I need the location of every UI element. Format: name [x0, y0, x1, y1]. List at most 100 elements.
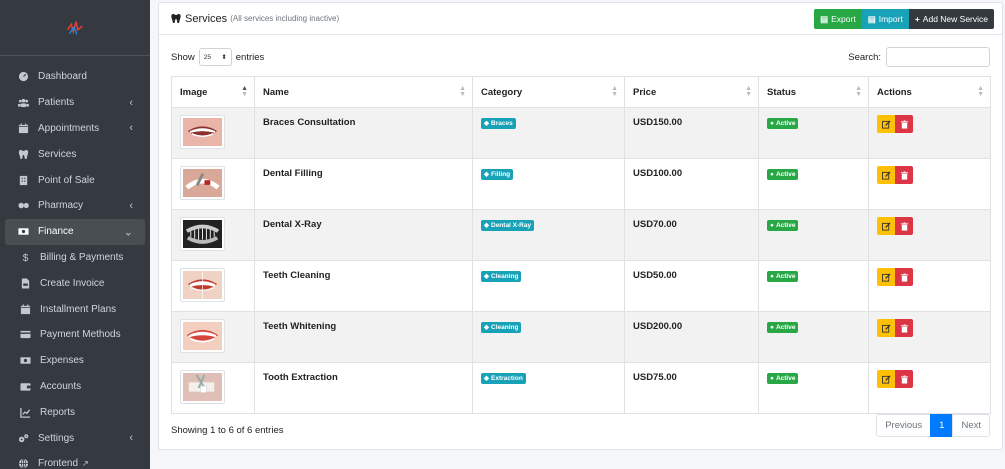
trash-icon	[900, 221, 909, 231]
edit-button[interactable]	[877, 166, 895, 184]
sidebar-item-dashboard[interactable]: Dashboard	[5, 64, 145, 90]
sidebar-item-installment-plans[interactable]: Installment Plans	[5, 296, 145, 322]
delete-button[interactable]	[895, 370, 913, 388]
sidebar-item-expenses[interactable]: Expenses	[5, 348, 145, 374]
money-icon	[17, 225, 30, 238]
column-header-actions[interactable]: Actions ▲ ▼	[868, 76, 991, 108]
sidebar-item-pharmacy[interactable]: Pharmacy ‹	[5, 193, 145, 219]
chart-icon	[19, 406, 32, 419]
tooth-icon	[17, 148, 30, 161]
brand-logo[interactable]	[0, 0, 150, 56]
sidebar-item-accounts[interactable]: Accounts	[5, 374, 145, 400]
service-name: Teeth Cleaning	[263, 270, 331, 281]
sort-icon: ▲ ▼	[241, 85, 248, 98]
column-header-price[interactable]: Price ▲ ▼	[624, 76, 759, 108]
next-button[interactable]: Next	[952, 414, 990, 437]
gauge-icon	[17, 70, 30, 83]
import-button[interactable]: ▤ Import	[861, 9, 909, 29]
entries-select[interactable]: 25 ⬍	[198, 48, 232, 66]
tooth-icon	[171, 13, 181, 24]
logo-icon	[66, 20, 83, 35]
sidebar-item-point-of-sale[interactable]: Point of Sale	[5, 167, 145, 193]
sidebar-item-billing-payments[interactable]: $ Billing & Payments	[5, 245, 145, 271]
service-name: Dental Filling	[263, 168, 323, 179]
sidebar-item-label: Settings	[38, 432, 75, 444]
sort-icon: ▲ ▼	[977, 85, 984, 98]
sidebar-item-label: Finance	[38, 226, 74, 238]
tag-icon: ◆	[484, 375, 489, 382]
trash-icon	[900, 272, 909, 282]
name-cell: Teeth Whitening	[254, 311, 473, 363]
actions-cell	[868, 260, 991, 312]
calendar-icon	[19, 303, 32, 316]
delete-button[interactable]	[895, 319, 913, 337]
sidebar-item-finance[interactable]: Finance ⌄	[5, 218, 145, 245]
sidebar-item-frontend[interactable]: Frontend ↗	[5, 451, 145, 469]
category-badge: ◆ Braces	[481, 117, 516, 129]
sidebar-item-payment-methods[interactable]: Payment Methods	[5, 322, 145, 348]
sort-icon: ▲ ▼	[855, 85, 862, 98]
chevron-down-icon: ⌄	[123, 226, 133, 239]
sidebar-item-settings[interactable]: Settings ‹	[5, 425, 145, 451]
edit-button[interactable]	[877, 115, 895, 133]
add-new-service-button[interactable]: + Add New Service	[908, 9, 994, 29]
trash-icon	[900, 323, 909, 333]
sidebar-item-label: Accounts	[40, 380, 82, 392]
status-badge: ● Active	[767, 373, 799, 384]
check-circle-icon: ●	[770, 222, 774, 229]
search-input[interactable]	[886, 47, 990, 67]
delete-button[interactable]	[895, 268, 913, 286]
sidebar-item-services[interactable]: Services	[5, 141, 145, 167]
edit-button[interactable]	[877, 217, 895, 235]
sidebar-item-create-invoice[interactable]: Create Invoice	[5, 270, 145, 296]
svg-text:$: $	[23, 253, 29, 263]
table-row: Tooth Extraction ◆ Extraction USD75.00 ● Acti…	[171, 362, 991, 414]
category-cell: ◆ Extraction	[472, 362, 625, 414]
delete-button[interactable]	[895, 217, 913, 235]
sidebar-item-label: Pharmacy	[38, 200, 84, 212]
table-header-row: Image ▲ ▼ Name ▲ ▼ Category ▲ ▼ Price ▲ ▼ Status ▲ ▼ Ac…	[171, 76, 991, 108]
page-1-button[interactable]: 1	[930, 414, 954, 437]
name-cell: Dental Filling	[254, 158, 473, 210]
check-circle-icon: ●	[770, 375, 774, 382]
status-cell: ● Active	[758, 311, 869, 363]
table-row: Teeth Whitening ◆ Cleaning USD200.00 ● Active	[171, 311, 991, 363]
sidebar-item-reports[interactable]: Reports	[5, 399, 145, 425]
category-badge: ◆ Cleaning	[481, 270, 522, 282]
sidebar-item-label: Reports	[40, 406, 76, 418]
column-header-status[interactable]: Status ▲ ▼	[758, 76, 869, 108]
delete-button[interactable]	[895, 115, 913, 133]
price-cell: USD150.00	[624, 107, 759, 159]
export-button[interactable]: ▤ Export	[814, 9, 862, 29]
edit-button[interactable]	[877, 268, 895, 286]
actions-cell	[868, 311, 991, 363]
service-image	[180, 217, 225, 251]
previous-button[interactable]: Previous	[876, 414, 932, 437]
sidebar-item-label: Services	[38, 148, 77, 160]
column-header-category[interactable]: Category ▲ ▼	[472, 76, 625, 108]
wallet-icon	[19, 380, 32, 393]
status-badge: ● Active	[767, 322, 799, 333]
status-badge: ● Active	[767, 118, 799, 129]
category-badge: ◆ Filling	[481, 168, 514, 180]
pills-icon	[17, 199, 30, 212]
sidebar-item-patients[interactable]: Patients ‹	[5, 90, 145, 116]
edit-button[interactable]	[877, 319, 895, 337]
edit-icon	[881, 221, 891, 231]
sidebar-item-appointments[interactable]: Appointments ‹	[5, 116, 145, 142]
users-icon	[17, 96, 30, 109]
service-image	[180, 370, 225, 404]
status-cell: ● Active	[758, 209, 869, 261]
edit-button[interactable]	[877, 370, 895, 388]
service-name: Braces Consultation	[263, 117, 356, 128]
table-row: Dental Filling ◆ Filling USD100.00 ● Active	[171, 158, 991, 210]
delete-button[interactable]	[895, 166, 913, 184]
file-import-icon: ▤	[867, 13, 876, 24]
table-info: Showing 1 to 6 of 6 entries	[171, 425, 284, 436]
column-header-image[interactable]: Image ▲ ▼	[171, 76, 255, 108]
column-header-name[interactable]: Name ▲ ▼	[254, 76, 473, 108]
category-cell: ◆ Filling	[472, 158, 625, 210]
price-cell: USD70.00	[624, 209, 759, 261]
select-arrows-icon: ⬍	[221, 54, 227, 61]
card-title: Services (All services including inactiv…	[171, 13, 339, 25]
